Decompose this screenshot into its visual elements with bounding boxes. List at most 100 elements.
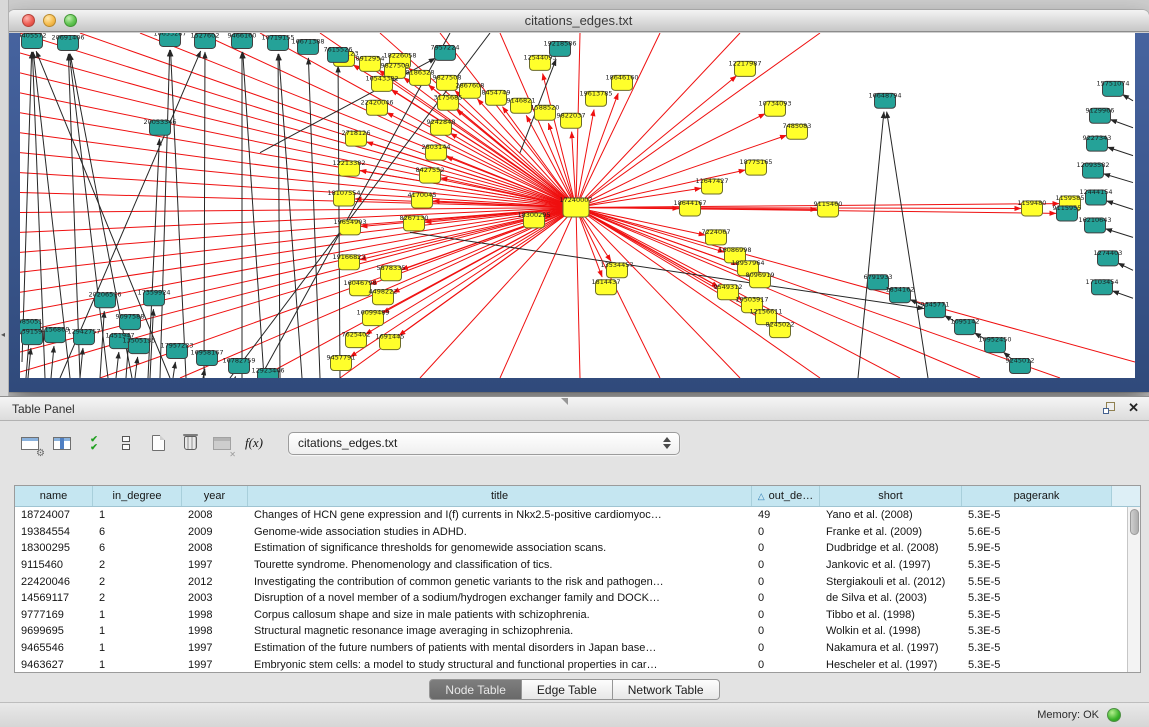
table-cell[interactable]: 9777169 [15, 609, 93, 621]
table-cell[interactable]: 9465546 [15, 642, 93, 654]
column-header-name[interactable]: name [15, 486, 93, 506]
function-builder-button[interactable]: f(x) [240, 430, 268, 456]
table-cell[interactable]: 1 [93, 509, 182, 521]
table-row[interactable]: 946554611997Estimation of the future num… [15, 640, 1127, 657]
table-cell[interactable]: 1 [93, 625, 182, 637]
table-row[interactable]: 977716911998Corpus callosum shape and si… [15, 607, 1127, 624]
table-cell[interactable]: 1 [93, 659, 182, 671]
table-cell[interactable]: 14569117 [15, 592, 93, 604]
table-cell[interactable]: 1998 [182, 625, 248, 637]
show-columns-button[interactable] [48, 430, 76, 456]
table-cell[interactable]: 2 [93, 576, 182, 588]
table-cell[interactable]: 2012 [182, 576, 248, 588]
table-cell[interactable]: 1997 [182, 659, 248, 671]
table-cell[interactable]: 2008 [182, 542, 248, 554]
table-row[interactable]: 1456911722003Disruption of a novel membe… [15, 590, 1127, 607]
table-cell[interactable]: 9463627 [15, 659, 93, 671]
table-cell[interactable]: 2 [93, 592, 182, 604]
column-header-title[interactable]: title [248, 486, 752, 506]
table-cell[interactable]: 5.3E-5 [962, 659, 1112, 671]
table-row[interactable]: 911546021997Tourette syndrome. Phenomeno… [15, 557, 1127, 574]
table-row[interactable]: 969969511998Structural magnetic resonanc… [15, 623, 1127, 640]
table-cell[interactable]: Estimation of significance thresholds fo… [248, 542, 752, 554]
table-cell[interactable]: 0 [752, 559, 820, 571]
close-panel-button[interactable]: ✕ [1128, 400, 1139, 416]
table-row[interactable]: 946362711997Embryonic stem cells: a mode… [15, 656, 1127, 672]
table-cell[interactable]: 0 [752, 625, 820, 637]
table-cell[interactable]: Tourette syndrome. Phenomenology and cla… [248, 559, 752, 571]
tab-node-table[interactable]: Node Table [429, 679, 522, 700]
minimize-window-button[interactable] [43, 14, 56, 27]
table-cell[interactable]: 2003 [182, 592, 248, 604]
table-cell[interactable]: de Silva et al. (2003) [820, 592, 962, 604]
table-cell[interactable]: 0 [752, 659, 820, 671]
column-header-short[interactable]: short [820, 486, 962, 506]
scrollbar-thumb[interactable] [1130, 509, 1139, 535]
divider-grip-icon[interactable] [561, 398, 568, 405]
table-cell[interactable]: 5.5E-5 [962, 576, 1112, 588]
table-cell[interactable]: 49 [752, 509, 820, 521]
table-cell[interactable]: 18300295 [15, 542, 93, 554]
table-cell[interactable]: 2008 [182, 509, 248, 521]
column-header-out-degree[interactable]: △out_de… [752, 486, 820, 506]
column-header-year[interactable]: year [182, 486, 248, 506]
table-cell[interactable]: Franke et al. (2009) [820, 526, 962, 538]
table-cell[interactable]: 0 [752, 609, 820, 621]
table-cell[interactable]: Genome-wide association studies in ADHD. [248, 526, 752, 538]
table-cell[interactable]: 0 [752, 576, 820, 588]
table-cell[interactable]: 0 [752, 642, 820, 654]
tab-network-table[interactable]: Network Table [613, 679, 720, 700]
delete-button[interactable] [176, 430, 204, 456]
zoom-window-button[interactable] [64, 14, 77, 27]
table-cell[interactable]: 0 [752, 592, 820, 604]
table-cell[interactable]: Tibbo et al. (1998) [820, 609, 962, 621]
table-cell[interactable]: 5.6E-5 [962, 526, 1112, 538]
table-cell[interactable]: Stergiakouli et al. (2012) [820, 576, 962, 588]
network-canvas[interactable]: 1724000798601238912954182260589827509818… [20, 33, 1135, 378]
table-cell[interactable]: 5.9E-5 [962, 542, 1112, 554]
window-titlebar[interactable]: citations_edges.txt [8, 10, 1149, 32]
table-cell[interactable]: Disruption of a novel member of a sodium… [248, 592, 752, 604]
float-panel-button[interactable] [1103, 402, 1117, 416]
table-scrollbar[interactable] [1127, 507, 1140, 672]
table-cell[interactable]: 5.3E-5 [962, 642, 1112, 654]
table-row[interactable]: 1830029562008Estimation of significance … [15, 540, 1127, 557]
table-cell[interactable]: Changes of HCN gene expression and I(f) … [248, 509, 752, 521]
table-cell[interactable]: 1 [93, 609, 182, 621]
table-row[interactable]: 2242004622012Investigating the contribut… [15, 573, 1127, 590]
table-cell[interactable]: 2 [93, 559, 182, 571]
column-header-in-degree[interactable]: in_degree [93, 486, 182, 506]
table-cell[interactable]: 19384554 [15, 526, 93, 538]
table-cell[interactable]: Jankovic et al. (1997) [820, 559, 962, 571]
table-row[interactable]: 1872400712008Changes of HCN gene express… [15, 507, 1127, 524]
table-cell[interactable]: 5.3E-5 [962, 609, 1112, 621]
table-cell[interactable]: 9699695 [15, 625, 93, 637]
tab-edge-table[interactable]: Edge Table [522, 679, 613, 700]
table-cell[interactable]: Hescheler et al. (1997) [820, 659, 962, 671]
select-columns-button[interactable]: ✔✔ [80, 430, 108, 456]
table-settings-button[interactable]: ⚙ [16, 430, 44, 456]
close-window-button[interactable] [22, 14, 35, 27]
table-selector-dropdown[interactable]: citations_edges.txt [288, 432, 680, 455]
table-cell[interactable]: Wolkin et al. (1998) [820, 625, 962, 637]
table-cell[interactable]: 1997 [182, 559, 248, 571]
table-cell[interactable]: 6 [93, 526, 182, 538]
table-cell[interactable]: Embryonic stem cells: a model to study s… [248, 659, 752, 671]
table-cell[interactable]: Investigating the contribution of common… [248, 576, 752, 588]
table-cell[interactable]: Estimation of the future numbers of pati… [248, 642, 752, 654]
table-cell[interactable]: 1 [93, 642, 182, 654]
table-cell[interactable]: Dudbridge et al. (2008) [820, 542, 962, 554]
table-cell[interactable]: 18724007 [15, 509, 93, 521]
column-header-pagerank[interactable]: pagerank [962, 486, 1112, 506]
table-cell[interactable]: 5.3E-5 [962, 625, 1112, 637]
table-cell[interactable]: 5.3E-5 [962, 559, 1112, 571]
table-row[interactable]: 1938455462009Genome-wide association stu… [15, 524, 1127, 541]
table-cell[interactable]: 1998 [182, 609, 248, 621]
table-cell[interactable]: 22420046 [15, 576, 93, 588]
table-cell[interactable]: 1997 [182, 642, 248, 654]
table-cell[interactable]: 2009 [182, 526, 248, 538]
table-cell[interactable]: 6 [93, 542, 182, 554]
table-cell[interactable]: 5.3E-5 [962, 592, 1112, 604]
network-graph[interactable]: 1724000798601238912954182260589827509818… [20, 33, 1135, 378]
row-view-button[interactable] [112, 430, 140, 456]
